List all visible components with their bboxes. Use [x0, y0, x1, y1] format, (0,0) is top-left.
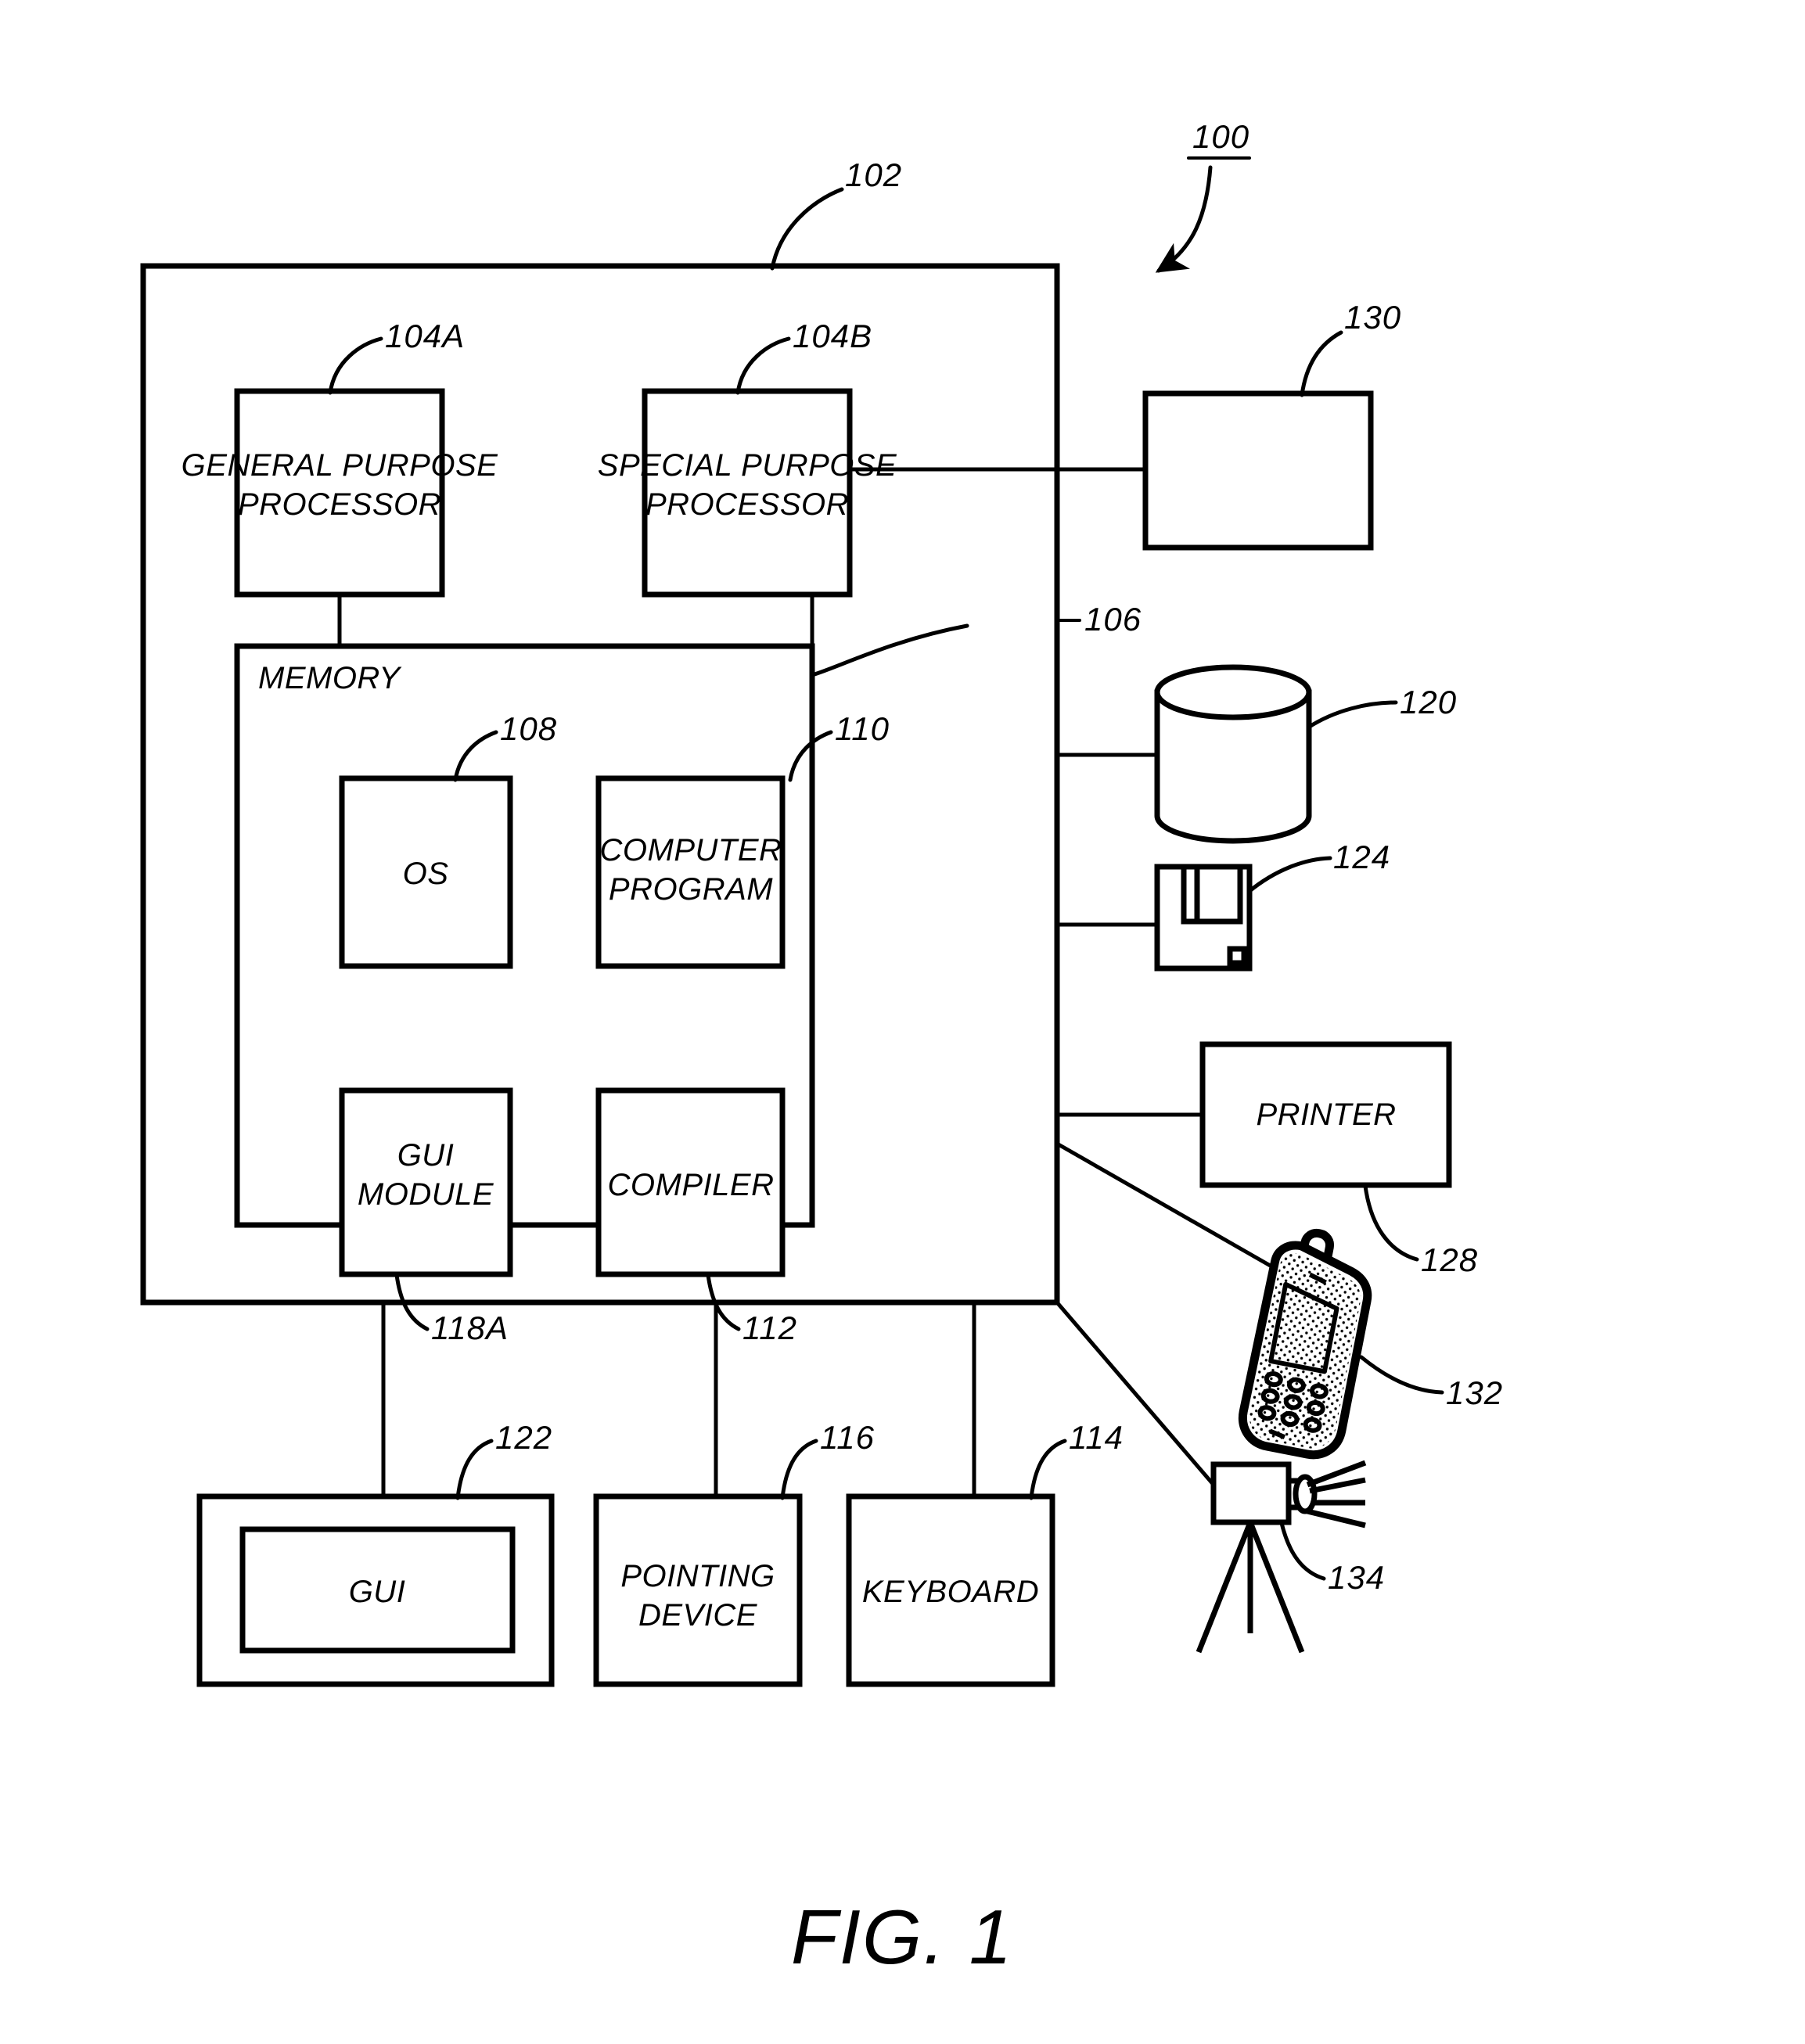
- ref-130-leader: [1300, 330, 1343, 397]
- ref-132-leader-group: 132: [1359, 1355, 1503, 1411]
- connector-to-camera-134: [1055, 1301, 1215, 1486]
- ref-label-128: 128: [1421, 1241, 1478, 1278]
- ref-label-104B: 104B: [793, 318, 872, 354]
- ref-116-leader: [780, 1439, 818, 1500]
- floppy-body: [1154, 864, 1253, 972]
- ref-label-118A: 118A: [431, 1309, 509, 1346]
- ref-128-leader: [1363, 1184, 1419, 1262]
- ref-116-leader-group: 116: [780, 1419, 875, 1500]
- ref-label-124: 124: [1333, 839, 1390, 875]
- patent-figure-root: 100 102 GENERAL PURPOSE PROCESSOR 104A S…: [0, 0, 1805, 2044]
- gui-label: GUI: [349, 1575, 406, 1609]
- ref-label-100: 100: [1192, 118, 1249, 155]
- printer-label: PRINTER: [1256, 1097, 1396, 1132]
- ref-label-134: 134: [1328, 1559, 1385, 1596]
- os-module-label: OS: [403, 857, 449, 891]
- ref-102-leader-group: 102: [770, 156, 902, 271]
- special-purpose-processor-label-line2: PROCESSOR: [645, 487, 849, 522]
- ref-114-leader: [1029, 1439, 1067, 1500]
- ref-128-leader-group: 128: [1363, 1184, 1478, 1278]
- ref-label-110: 110: [835, 710, 890, 747]
- ref-120-leader: [1306, 700, 1398, 730]
- system-ref-annotation: 100: [1155, 118, 1251, 273]
- compiler-module-label: COMPILER: [608, 1168, 775, 1202]
- ref-120-leader-group: 120: [1306, 684, 1457, 730]
- ref-124-leader-group: 124: [1246, 839, 1390, 894]
- camera-tripod-icon: [1196, 1460, 1367, 1654]
- ref-label-114: 114: [1069, 1419, 1124, 1456]
- ref-134-leader: [1279, 1521, 1326, 1581]
- ref-132-leader: [1359, 1355, 1444, 1395]
- tripod-leg-right: [1247, 1521, 1305, 1654]
- ref-100-arrow: [1155, 165, 1213, 273]
- pointing-device-label-line1: POINTING: [620, 1559, 775, 1593]
- peripheral-box-130: [1142, 390, 1374, 551]
- floppy-disk-icon: [1154, 864, 1253, 972]
- ref-label-120: 120: [1400, 684, 1457, 720]
- ref-label-108: 108: [500, 710, 557, 747]
- ref-102-leader: [770, 187, 844, 271]
- ref-114-leader-group: 114: [1029, 1419, 1124, 1500]
- ref-label-130: 130: [1344, 299, 1401, 336]
- ref-124-leader: [1246, 856, 1332, 894]
- gui-module-label-line2: MODULE: [358, 1177, 494, 1212]
- computer-program-label-line1: COMPUTER: [600, 833, 782, 868]
- ref-label-132: 132: [1446, 1374, 1503, 1411]
- ref-130-leader-group: 130: [1300, 299, 1401, 397]
- memory-label: MEMORY: [258, 661, 402, 695]
- special-purpose-processor-label-line1: SPECIAL PURPOSE: [598, 448, 897, 483]
- ref-134-leader-group: 134: [1279, 1521, 1385, 1596]
- ref-label-104A: 104A: [385, 318, 465, 354]
- computer-program-label-line2: PROGRAM: [609, 872, 773, 907]
- camera-ray-4: [1307, 1508, 1366, 1529]
- gui-module-label-line1: GUI: [397, 1138, 455, 1173]
- data-store-cylinder-icon: [1154, 664, 1312, 844]
- ref-122-leader: [455, 1439, 494, 1500]
- camera-body: [1210, 1461, 1292, 1525]
- general-purpose-processor-label-line1: GENERAL PURPOSE: [182, 448, 498, 483]
- tripod-leg-left: [1196, 1521, 1253, 1654]
- ref-label-122: 122: [495, 1419, 552, 1456]
- figure-caption: FIG. 1: [791, 1894, 1013, 1980]
- ref-label-112: 112: [742, 1309, 797, 1346]
- ref-label-102: 102: [845, 156, 902, 193]
- ref-label-106: 106: [1084, 601, 1142, 638]
- pointing-device-label-line2: DEVICE: [638, 1598, 758, 1633]
- general-purpose-processor-label-line2: PROCESSOR: [238, 487, 441, 522]
- ref-label-116: 116: [820, 1419, 875, 1456]
- ref-122-leader-group: 122: [455, 1419, 552, 1500]
- figure-canvas: 100 102 GENERAL PURPOSE PROCESSOR 104A S…: [140, 118, 1503, 1980]
- keyboard-label: KEYBOARD: [862, 1575, 1039, 1609]
